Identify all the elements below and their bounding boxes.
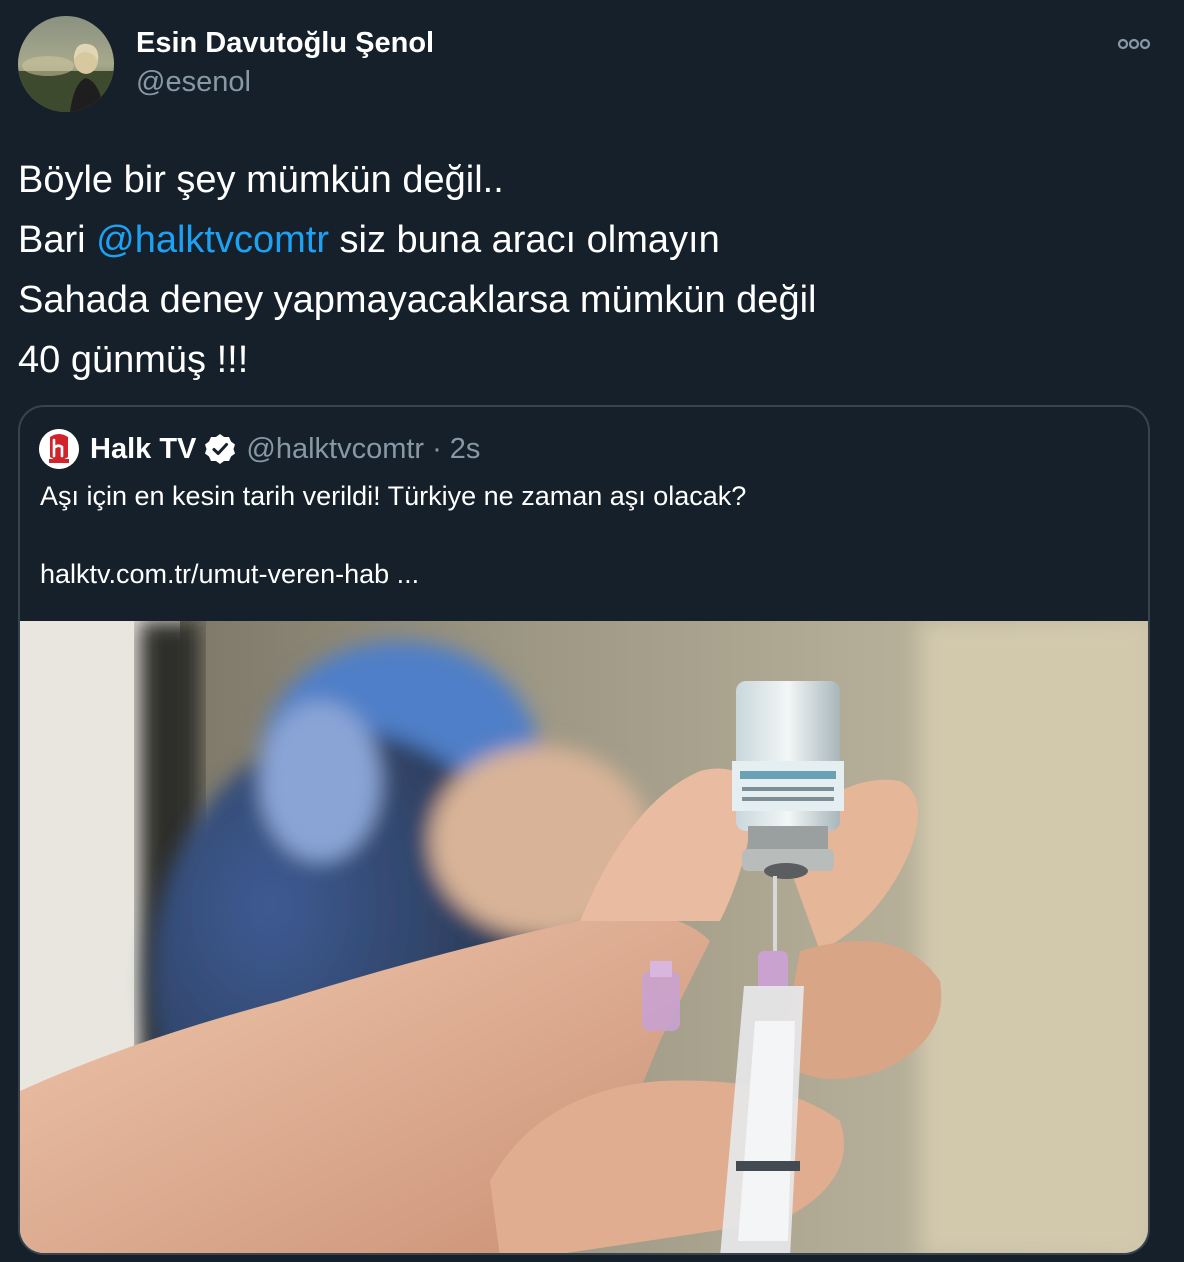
author-avatar[interactable]	[18, 16, 114, 112]
verified-badge-icon	[204, 433, 236, 465]
quoted-tweet-header: Halk TV @halktvcomtr · 2s	[90, 431, 480, 467]
quoted-timestamp[interactable]: 2s	[450, 433, 481, 466]
tweet-text-line: Bari @halktvcomtr siz buna aracı olmayın	[18, 210, 1158, 270]
tweet-text-line: Sahada deney yapmayacaklarsa mümkün deği…	[18, 279, 817, 321]
quoted-tweet-text: Aşı için en kesin tarih verildi! Türkiye…	[40, 481, 747, 511]
quoted-author-handle[interactable]: @halktvcomtr	[246, 433, 424, 466]
author-handle[interactable]: @esenol	[136, 66, 251, 99]
tweet-text-segment: Bari	[18, 219, 97, 261]
tweet-text: Böyle bir şey mümkün değil.. Bari @halkt…	[18, 150, 1158, 390]
vaccine-syringe-photo[interactable]	[20, 621, 1148, 1253]
author-name[interactable]: Esin Davutoğlu Şenol	[136, 27, 434, 60]
tweet-text-segment: siz buna aracı olmayın	[328, 219, 720, 261]
more-horizontal-icon[interactable]	[1112, 30, 1156, 58]
quoted-author-name[interactable]: Halk TV	[90, 433, 196, 466]
tweet: Esin Davutoğlu Şenol @esenol Böyle bir ş…	[0, 0, 1184, 1262]
separator-dot: ·	[432, 432, 442, 465]
halk-tv-logo-icon[interactable]	[39, 429, 79, 469]
quoted-tweet-card[interactable]: Halk TV @halktvcomtr · 2s Aşı için en ke…	[18, 405, 1150, 1255]
quoted-tweet-link[interactable]: halktv.com.tr/umut-veren-hab ...	[40, 559, 419, 590]
mention-link[interactable]: @halktvcomtr	[96, 219, 329, 261]
tweet-text-line: 40 günmüş !!!	[18, 339, 249, 381]
tweet-text-line: Böyle bir şey mümkün değil..	[18, 159, 504, 201]
